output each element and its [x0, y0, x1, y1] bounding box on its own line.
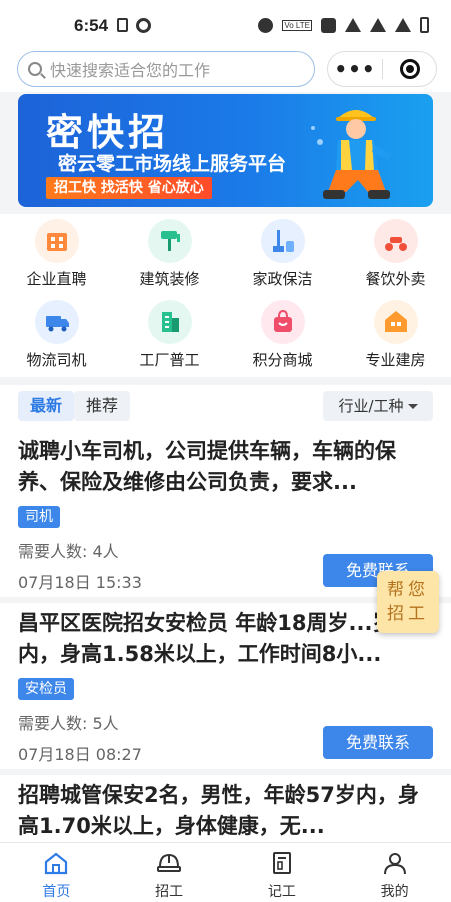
helmet-icon: [157, 853, 182, 872]
category-factory[interactable]: 工厂普工: [113, 300, 226, 370]
search-input[interactable]: 快速搜索适合您的工作: [17, 51, 315, 87]
mini-program-capsule: •••: [327, 51, 437, 87]
user-icon: [383, 853, 406, 875]
cleaning-icon: [260, 219, 305, 263]
banner-slogan: 招工快 找活快 省心放心: [46, 177, 212, 199]
mute-icon: [321, 17, 336, 33]
battery-icon: [420, 17, 429, 33]
job-list: 诚聘小车司机，公司提供车辆，车辆的保养、保险及维修由公司负责，要求... 司机 …: [0, 431, 451, 865]
category-construction[interactable]: 建筑装修: [113, 219, 226, 289]
job-title: 诚聘小车司机，公司提供车辆，车辆的保养、保险及维修由公司负责，要求...: [18, 439, 396, 494]
help-recruit-button[interactable]: 帮您 招工: [377, 571, 439, 633]
help-recruit-line1: 帮您: [387, 580, 429, 600]
volte-icon: Vo LTE: [282, 19, 312, 31]
notebook-icon: [272, 852, 291, 874]
alarm-icon: [258, 17, 274, 33]
scooter-icon: [373, 219, 418, 263]
search-placeholder: 快速搜索适合您的工作: [50, 61, 211, 80]
tab-recommend[interactable]: 推荐: [74, 391, 130, 421]
bottom-tab-bar: 首页 招工 记工 我的: [0, 842, 451, 902]
category-label: 物流司机: [26, 351, 87, 369]
chevron-down-icon: [407, 404, 418, 409]
category-housekeeping[interactable]: 家政保洁: [226, 219, 339, 289]
category-catering[interactable]: 餐饮外卖: [339, 219, 451, 289]
industry-filter-label: 行业/工种: [338, 397, 404, 415]
category-label: 工厂普工: [139, 351, 200, 369]
tab-label: 招工: [155, 884, 184, 900]
building-icon: [34, 219, 79, 263]
help-recruit-line2: 招工: [387, 604, 429, 624]
free-contact-button[interactable]: 免费联系: [323, 726, 433, 759]
status-bar: 6:54 Vo LTE: [0, 0, 451, 46]
tab-home[interactable]: 首页: [0, 843, 113, 902]
search-row: 快速搜索适合您的工作 •••: [0, 46, 451, 92]
home-icon: [45, 852, 68, 875]
category-enterprise[interactable]: 企业直聘: [0, 219, 113, 289]
house-icon: [373, 300, 418, 344]
signal-icon: [370, 18, 386, 32]
shopping-bag-icon: [260, 300, 305, 344]
job-tabs: 最新 推荐 行业/工种: [0, 385, 451, 431]
tab-latest[interactable]: 最新: [18, 391, 74, 421]
app-notification-icon: [136, 18, 151, 33]
sim-icon: [117, 18, 128, 32]
banner-title: 密快招: [46, 111, 169, 154]
tab-label: 我的: [380, 884, 409, 900]
close-mini-program-icon[interactable]: [400, 59, 420, 79]
category-label: 餐饮外卖: [365, 270, 426, 288]
more-button[interactable]: •••: [328, 59, 382, 79]
banner-subtitle: 密云零工市场线上服务平台: [58, 153, 287, 175]
category-label: 建筑装修: [139, 270, 200, 288]
category-logistics[interactable]: 物流司机: [0, 300, 113, 370]
category-label: 积分商城: [252, 351, 313, 369]
factory-icon: [147, 300, 192, 344]
tab-label: 记工: [267, 884, 296, 900]
tab-profile[interactable]: 我的: [338, 843, 451, 902]
tab-recruit[interactable]: 招工: [113, 843, 226, 902]
tab-worklog[interactable]: 记工: [226, 843, 339, 902]
category-grid: 企业直聘 建筑装修 家政保洁 餐饮外卖 物流司机 工厂普工 积分商城 专业建房: [0, 214, 451, 377]
job-title: 招聘城管保安2名，男性，年龄57岁内，身高1.70米以上，身体健康，无...: [18, 783, 419, 838]
signal-2-icon: [395, 18, 411, 32]
industry-filter[interactable]: 行业/工种: [323, 391, 433, 421]
paint-roller-icon: [147, 219, 192, 263]
truck-icon: [34, 300, 79, 344]
category-label: 企业直聘: [26, 270, 87, 288]
wifi-icon: [345, 18, 361, 32]
job-tag: 司机: [18, 506, 60, 528]
category-home-building[interactable]: 专业建房: [339, 300, 451, 370]
category-label: 专业建房: [365, 351, 426, 369]
search-icon: [28, 62, 42, 76]
status-time: 6:54: [74, 16, 109, 35]
category-label: 家政保洁: [252, 270, 313, 288]
promo-banner[interactable]: 密快招 密云零工市场线上服务平台 招工快 找活快 省心放心: [18, 94, 433, 207]
worker-illustration: [311, 110, 392, 199]
job-tag: 安检员: [18, 678, 74, 700]
category-points-mall[interactable]: 积分商城: [226, 300, 339, 370]
tab-label: 首页: [42, 884, 71, 900]
